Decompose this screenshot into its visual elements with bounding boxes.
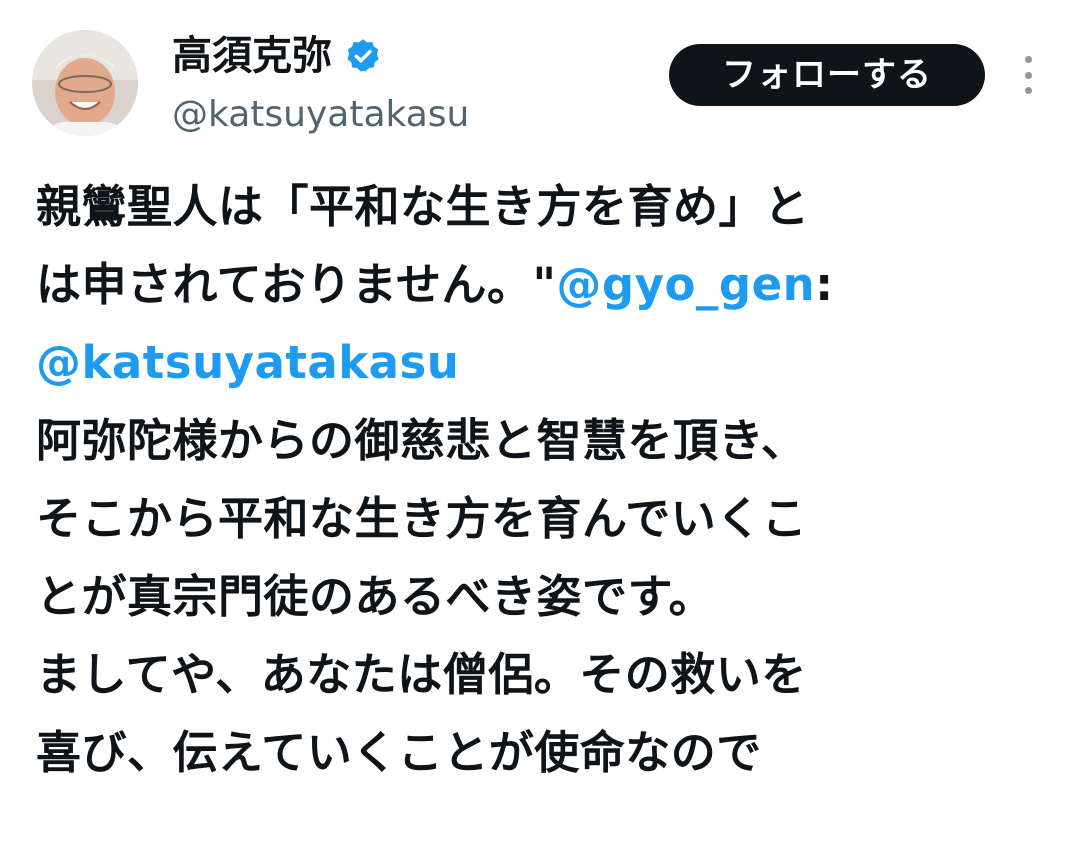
follow-button[interactable]: フォローする — [669, 44, 985, 106]
avatar[interactable] — [32, 30, 138, 136]
tweet-line: 喜び、伝えていくことが使命なので — [36, 714, 1036, 792]
tweet-text-segment: : — [815, 258, 834, 311]
tweet-line: 親鸞聖人は「平和な生き方を育め」と — [36, 168, 1036, 246]
tweet-line: は申されておりません。"@gyo_gen: — [36, 246, 1036, 324]
tweet-line: そこから平和な生き方を育んでいくこ — [36, 480, 1036, 558]
tweet-text-segment: そこから平和な生き方を育んでいくこ — [36, 492, 808, 545]
verified-badge-icon — [344, 37, 382, 75]
tweet-line: ましてや、あなたは僧侶。その救いを — [36, 636, 1036, 714]
tweet-text: 親鸞聖人は「平和な生き方を育め」と は申されておりません。"@gyo_gen: @k… — [36, 168, 1036, 792]
tweet-text-segment: とが真宗門徒のあるべき姿です。 — [36, 570, 715, 623]
display-name[interactable]: 高須克弥 — [172, 28, 332, 84]
more-dot — [1024, 87, 1032, 94]
author-handle[interactable]: @katsuyatakasu — [172, 90, 469, 140]
tweet-line: とが真宗門徒のあるべき姿です。 — [36, 558, 1036, 636]
tweet-text-segment: 喜び、伝えていくことが使命なので — [36, 726, 762, 779]
mention-link[interactable]: @katsuyatakasu — [36, 336, 459, 389]
tweet-text-segment: は申されておりません。" — [36, 258, 557, 311]
more-dot — [1024, 71, 1032, 79]
tweet-text-segment: 親鸞聖人は「平和な生き方を育め」と — [36, 180, 810, 233]
profile-photo-icon — [32, 30, 138, 136]
tweet-line: 阿弥陀様からの御慈悲と智慧を頂き、 — [36, 402, 1036, 480]
author-name-row: 高須克弥 — [172, 28, 382, 84]
tweet-line: @katsuyatakasu — [36, 324, 1036, 402]
tweet-text-segment: ましてや、あなたは僧侶。その救いを — [36, 648, 807, 701]
mention-link[interactable]: @gyo_gen — [556, 258, 815, 311]
tweet-text-segment: 阿弥陀様からの御慈悲と智慧を頂き、 — [36, 414, 807, 467]
more-vertical-icon[interactable] — [1012, 50, 1044, 100]
more-dot — [1024, 56, 1032, 63]
